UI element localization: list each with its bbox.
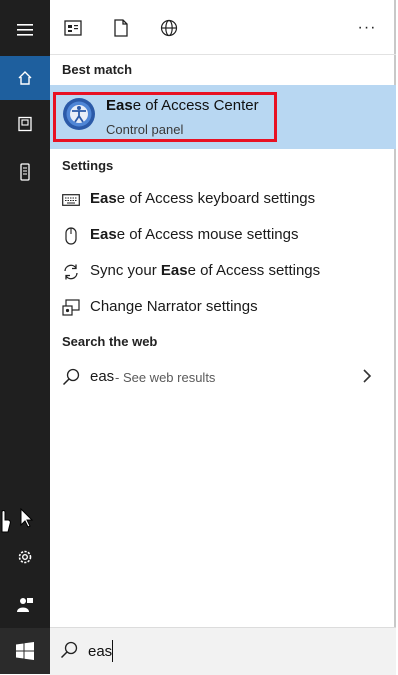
user-feedback-icon bbox=[17, 598, 33, 612]
documents-icon bbox=[114, 19, 128, 37]
windows-logo-icon bbox=[16, 642, 34, 660]
search-input[interactable] bbox=[88, 640, 378, 662]
phone-icon bbox=[20, 163, 30, 181]
web-search-hint: - See web results bbox=[115, 370, 216, 385]
best-match-subtitle: Control panel bbox=[106, 122, 184, 137]
settings-header: Settings bbox=[62, 158, 114, 173]
hamburger-icon bbox=[17, 24, 33, 36]
settings-item-sync[interactable]: Sync your Ease of Access settings bbox=[50, 254, 396, 290]
web-filter-button[interactable] bbox=[158, 17, 180, 39]
search-web-header: Search the web bbox=[62, 334, 158, 349]
chevron-right-icon[interactable] bbox=[362, 368, 372, 384]
settings-item-mouse[interactable]: Ease of Access mouse settings bbox=[50, 218, 396, 254]
rail-home-button[interactable] bbox=[0, 56, 50, 100]
sync-icon bbox=[60, 261, 82, 283]
settings-item-label: Change Narrator settings bbox=[90, 298, 258, 315]
mouse-icon bbox=[60, 225, 82, 247]
web-icon bbox=[160, 19, 178, 37]
more-icon: ··· bbox=[357, 19, 377, 36]
text-caret bbox=[112, 640, 113, 662]
search-box-icon bbox=[60, 641, 78, 659]
web-search-result[interactable]: eas - See web results bbox=[50, 360, 396, 394]
home-icon bbox=[18, 71, 32, 85]
search-box[interactable] bbox=[50, 627, 396, 675]
start-button[interactable] bbox=[0, 628, 50, 674]
settings-item-label: Ease of Access mouse settings bbox=[90, 226, 299, 243]
web-search-term: eas bbox=[90, 368, 115, 385]
search-results-panel: ··· Best match Ease of Access Center Con… bbox=[50, 0, 396, 675]
rail-user-button[interactable] bbox=[0, 583, 50, 627]
document-icon bbox=[18, 116, 32, 132]
rail-devices-button[interactable] bbox=[0, 150, 50, 194]
settings-item-keyboard[interactable]: Ease of Access keyboard settings bbox=[50, 182, 396, 218]
filter-toolbar: ··· bbox=[50, 0, 396, 55]
apps-icon bbox=[64, 20, 82, 36]
rail-settings-button[interactable] bbox=[0, 535, 50, 579]
hand-cursor-icon bbox=[1, 510, 11, 533]
settings-item-narrator[interactable]: Change Narrator settings bbox=[50, 290, 396, 326]
search-icon bbox=[60, 366, 82, 388]
keyboard-icon bbox=[60, 189, 82, 211]
left-rail bbox=[0, 0, 50, 674]
documents-filter-button[interactable] bbox=[110, 17, 132, 39]
best-match-header: Best match bbox=[62, 62, 133, 77]
settings-item-label: Sync your Ease of Access settings bbox=[90, 262, 321, 279]
arrow-cursor-icon bbox=[20, 508, 34, 528]
settings-item-label: Ease of Access keyboard settings bbox=[90, 190, 316, 207]
gear-icon bbox=[18, 550, 32, 564]
apps-filter-button[interactable] bbox=[62, 17, 84, 39]
ease-of-access-icon bbox=[63, 98, 95, 130]
hamburger-menu-button[interactable] bbox=[0, 8, 50, 52]
best-match-title: Ease of Access Center bbox=[106, 97, 259, 114]
narrator-icon bbox=[60, 297, 82, 319]
rail-documents-button[interactable] bbox=[0, 102, 50, 146]
more-options-button[interactable]: ··· bbox=[356, 17, 378, 39]
best-match-result[interactable]: Ease of Access Center Control panel bbox=[50, 85, 396, 149]
